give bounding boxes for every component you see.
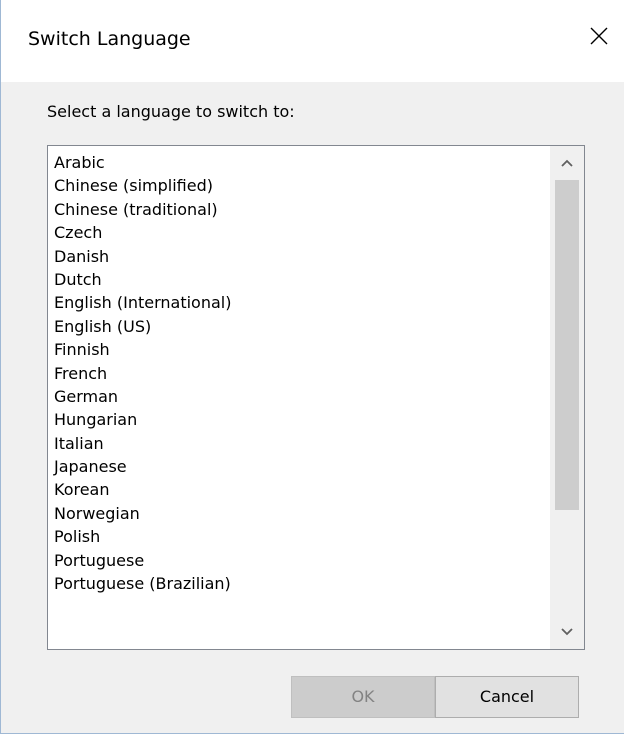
instruction-label: Select a language to switch to: — [47, 102, 295, 121]
ok-button[interactable]: OK — [291, 676, 435, 718]
language-list: Arabic Chinese (simplified) Chinese (tradi… — [54, 151, 231, 595]
language-item[interactable]: English (International) — [54, 291, 231, 314]
scroll-up-button[interactable] — [550, 146, 584, 180]
language-item[interactable]: Korean — [54, 478, 231, 501]
cancel-button[interactable]: Cancel — [435, 676, 579, 718]
switch-language-dialog: Switch Language Select a language to swi… — [0, 0, 625, 734]
scroll-thumb[interactable] — [555, 180, 579, 510]
language-item[interactable]: Dutch — [54, 268, 231, 291]
language-listbox[interactable]: Arabic Chinese (simplified) Chinese (tradi… — [47, 145, 585, 650]
language-item[interactable]: Hungarian — [54, 408, 231, 431]
language-item[interactable]: Norwegian — [54, 502, 231, 525]
language-item[interactable]: Chinese (simplified) — [54, 174, 231, 197]
language-item[interactable]: English (US) — [54, 315, 231, 338]
language-item[interactable]: Japanese — [54, 455, 231, 478]
close-button[interactable] — [575, 10, 625, 60]
dialog-title: Switch Language — [28, 28, 191, 50]
language-item[interactable]: Polish — [54, 525, 231, 548]
language-item[interactable]: Italian — [54, 432, 231, 455]
chevron-up-icon — [561, 159, 573, 167]
scroll-down-button[interactable] — [550, 615, 584, 649]
close-icon — [590, 27, 608, 45]
vertical-scrollbar[interactable] — [550, 146, 584, 649]
language-item[interactable]: Portuguese (Brazilian) — [54, 572, 231, 595]
chevron-down-icon — [561, 628, 573, 636]
language-item[interactable]: Czech — [54, 221, 231, 244]
language-item[interactable]: French — [54, 362, 231, 385]
language-item[interactable]: Chinese (traditional) — [54, 198, 231, 221]
language-item[interactable]: Arabic — [54, 151, 231, 174]
language-item[interactable]: Finnish — [54, 338, 231, 361]
language-item[interactable]: Danish — [54, 245, 231, 268]
title-bar: Switch Language — [1, 0, 625, 82]
language-item[interactable]: German — [54, 385, 231, 408]
language-item[interactable]: Portuguese — [54, 549, 231, 572]
